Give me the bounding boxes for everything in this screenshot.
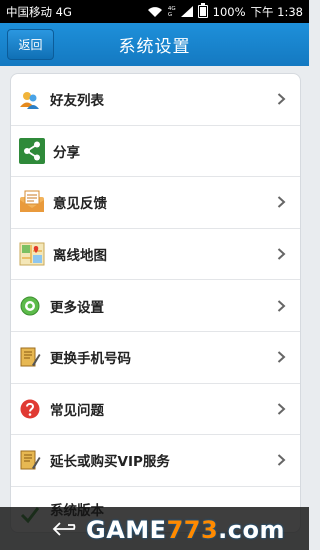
menu-item-label: 意见反馈 [53,196,107,213]
menu-item-friends[interactable]: 好友列表 [11,74,300,126]
network-type-tag: 4G G [167,5,176,18]
clock: 下午 1:38 [250,4,303,19]
nav-back-icon[interactable] [52,521,82,537]
watermark-logo: GAME773.com [86,516,286,544]
status-bar: 中国移动 4G 4G G 100% 下午 1:38 [0,0,309,23]
menu-item-label: 更换手机号码 [50,351,131,368]
menu-item-label: 延长或购买VIP服务 [50,454,170,471]
chevron-right-icon [277,248,286,260]
notebook-pen-icon [20,347,41,367]
menu-item-label: 更多设置 [50,299,104,316]
status-icons: 4G G 100% 下午 1:38 [147,2,303,20]
menu-item-share[interactable]: 分享 [11,126,300,178]
question-icon [20,399,40,419]
wifi-icon [147,6,162,17]
menu-item-label: 分享 [53,144,80,161]
menu-item-change-phone[interactable]: 更换手机号码 [11,332,300,384]
page-title: 系统设置 [118,37,191,57]
title-bar: 返回 系统设置 [0,23,309,66]
gear-icon [20,296,40,316]
signal-icon [180,6,193,17]
chevron-right-icon [277,351,286,364]
menu-item-label: 常见问题 [50,402,104,419]
chevron-right-icon [277,93,286,106]
map-icon [19,242,45,266]
friends-icon [20,92,39,110]
notebook-pen-icon [20,450,41,470]
carrier-label: 中国移动 4G [6,4,72,19]
chevron-right-icon [277,403,286,415]
battery-percent: 100% [212,4,246,19]
menu-item-label: 好友列表 [50,93,104,110]
menu-item-offline-map[interactable]: 离线地图 [11,229,300,281]
share-icon [19,137,45,164]
menu-item-label: 离线地图 [53,248,107,265]
feedback-envelope-icon [20,190,44,213]
settings-list: 好友列表 分享 意见反馈 离线地图 更多设置 更换手机号码 常见问题 延长或购买… [10,73,301,533]
chevron-right-icon [277,299,286,312]
menu-item-faq[interactable]: 常见问题 [11,384,300,436]
menu-item-more-settings[interactable]: 更多设置 [11,280,300,332]
chevron-right-icon [277,454,286,467]
chevron-right-icon [277,196,286,209]
battery-icon [197,2,208,18]
back-button[interactable]: 返回 [7,29,54,60]
menu-item-vip-service[interactable]: 延长或购买VIP服务 [11,435,300,487]
navigation-bar: GAME773.com [0,507,309,550]
menu-item-feedback[interactable]: 意见反馈 [11,177,300,229]
